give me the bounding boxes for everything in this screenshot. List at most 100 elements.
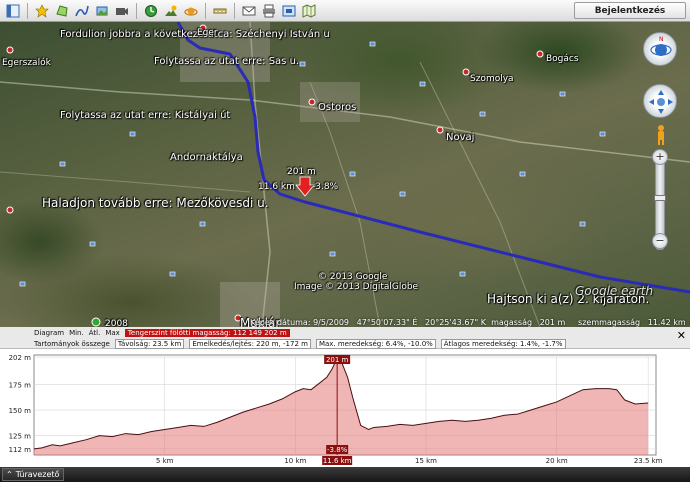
map-label[interactable]: -3.8% — [312, 182, 338, 192]
poi-marker — [6, 46, 14, 54]
map-label[interactable]: 11.6 km — [258, 182, 295, 192]
poi-marker — [308, 98, 316, 106]
toolbar-separator — [234, 2, 235, 19]
toolbar-separator — [136, 2, 137, 19]
distance-stat: Távolság: 23.5 km — [114, 339, 185, 349]
toolbar-separator — [205, 2, 206, 19]
elev-min-value: 112 — [233, 329, 247, 337]
google-earth-window: Bejelentkezés Fordulion jobbra a követke… — [0, 0, 690, 482]
zoom-out-button[interactable]: − — [652, 233, 668, 249]
y-tick-label: 175 m — [9, 382, 32, 390]
map-view[interactable]: Fordulion jobbra a következő utca: Széch… — [0, 22, 690, 327]
maps-icon[interactable] — [300, 2, 318, 20]
poi-marker — [6, 206, 14, 214]
google-earth-logo: Google earth — [575, 284, 654, 298]
max-slope-stat: Max. meredekség: 6.4%, -10.0% — [315, 339, 436, 349]
move-control[interactable] — [643, 84, 677, 118]
poi-marker — [536, 50, 544, 58]
historical-imagery-icon[interactable] — [142, 2, 160, 20]
login-button[interactable]: Bejelentkezés — [574, 2, 686, 19]
elevation-label: magasság — [491, 318, 533, 327]
x-tick-label: 15 km — [415, 457, 437, 465]
road — [0, 171, 251, 193]
email-icon[interactable] — [240, 2, 258, 20]
print-icon[interactable] — [260, 2, 278, 20]
min-label: Min. — [69, 329, 84, 337]
map-label[interactable]: Folytassa az utat erre: Sas u. — [154, 56, 299, 67]
sidebar-icon[interactable] — [4, 2, 22, 20]
map-label[interactable]: Image © 2013 DigitalGlobe — [294, 282, 418, 292]
overlay-icon[interactable] — [93, 2, 111, 20]
zoom-slider-handle[interactable] — [654, 195, 666, 201]
map-label[interactable]: Fordulion jobbra a következő utca: Széch… — [60, 29, 330, 40]
map-label[interactable]: Andornaktálya — [170, 152, 243, 163]
range-sum-label: Tartományok összege — [34, 340, 110, 348]
svg-text:N: N — [659, 36, 664, 43]
tour-guide-bar: ⌃ Túravezető — [0, 467, 690, 482]
eye-altitude-value: 11.42 km — [647, 318, 686, 327]
save-image-icon[interactable] — [280, 2, 298, 20]
cursor-slope-label: -3.8% — [327, 446, 348, 454]
x-tick-label: 10 km — [284, 457, 306, 465]
poi-marker — [462, 68, 470, 76]
latitude: 47°50'07.33" É — [356, 318, 418, 327]
map-label[interactable]: Bogács — [546, 54, 579, 64]
elev-max-value: 202 m — [264, 329, 287, 337]
polygon-icon[interactable] — [53, 2, 71, 20]
look-control[interactable]: N — [643, 32, 677, 66]
map-label[interactable]: Egerszalók — [2, 58, 51, 68]
road — [419, 61, 541, 327]
profile-row-2: Tartományok összege Távolság: 23.5 km Em… — [34, 339, 566, 349]
chevron-up-icon: ⌃ — [6, 470, 13, 479]
elevation-profile-panel: Diagram Min. Átl. Max Tengerszint fölött… — [0, 327, 690, 482]
map-label[interactable]: 2008 — [105, 319, 128, 327]
path-icon[interactable] — [73, 2, 91, 20]
placemark-icon[interactable] — [33, 2, 51, 20]
photo-markers — [19, 41, 606, 287]
street-view-pegman-icon[interactable] — [655, 124, 667, 146]
map-label[interactable]: Folytassa az utat erre: Kistályai út — [60, 110, 230, 121]
record-tour-icon[interactable] — [113, 2, 131, 20]
map-label[interactable]: Eger — [197, 28, 218, 38]
tour-guide-label: Túravezető — [15, 470, 60, 479]
profile-header: Diagram Min. Átl. Max Tengerszint fölött… — [0, 327, 690, 349]
avg-slope-stat: Átlagos meredekség: 1.4%, -1.7% — [440, 339, 566, 349]
y-tick-label: 125 m — [9, 433, 32, 441]
x-tick-label: 23.5 km — [634, 457, 663, 465]
map-label[interactable]: Ostoros — [318, 102, 356, 113]
y-tick-label: 150 m — [9, 407, 32, 415]
map-label[interactable]: Haladjon tovább erre: Mezőkövesdi u. — [42, 196, 269, 210]
sun-icon[interactable] — [162, 2, 180, 20]
status-bar: Képek dátuma: 9/5/2009 47°50'07.33" É 20… — [250, 318, 686, 327]
toolbar: Bejelentkezés — [0, 0, 690, 22]
elevation-value: 201 m — [539, 318, 566, 327]
planets-icon[interactable] — [182, 2, 200, 20]
map-label[interactable]: © 2013 Google — [318, 272, 387, 282]
diagram-label: Diagram — [34, 329, 65, 337]
longitude: 20°25'43.67" K — [425, 318, 486, 327]
profile-row-1: Diagram Min. Átl. Max Tengerszint fölött… — [34, 328, 290, 338]
x-tick-label: 5 km — [156, 457, 174, 465]
tour-guide-button[interactable]: ⌃ Túravezető — [2, 468, 64, 481]
cursor-value-label: 201 m — [326, 356, 349, 364]
map-label[interactable]: Szomolya — [470, 74, 514, 84]
y-tick-label: 112 m — [9, 446, 32, 454]
close-icon[interactable]: ✕ — [677, 329, 686, 342]
y-tick-label: 202 m — [9, 354, 32, 362]
elevation-tab[interactable]: Tengerszint fölötti magasság: 112 149 20… — [124, 329, 290, 337]
zoom-in-button[interactable]: + — [652, 149, 668, 165]
map-label[interactable]: 201 m — [287, 167, 316, 177]
imagery-date: Képek dátuma: 9/5/2009 — [250, 318, 349, 327]
cursor-distance-label: 11.6 km — [323, 457, 352, 465]
elevation-chart[interactable]: 202 m 175 m 150 m 125 m 112 m 5 km 10 km 15 km 2… — [0, 349, 690, 467]
avg-label: Átl. — [88, 329, 101, 337]
toolbar-separator — [27, 2, 28, 19]
x-tick-label: 20 km — [546, 457, 568, 465]
eye-altitude-label: szemmagasság — [578, 318, 641, 327]
panoramio-icon — [91, 317, 101, 327]
map-label[interactable]: Novaj — [446, 132, 474, 143]
ruler-icon[interactable] — [211, 2, 229, 20]
gain-loss-stat: Emelkedés/lejtés: 220 m, -172 m — [189, 339, 311, 349]
elev-avg-value: 149 — [248, 329, 263, 337]
max-label: Max — [105, 329, 120, 337]
